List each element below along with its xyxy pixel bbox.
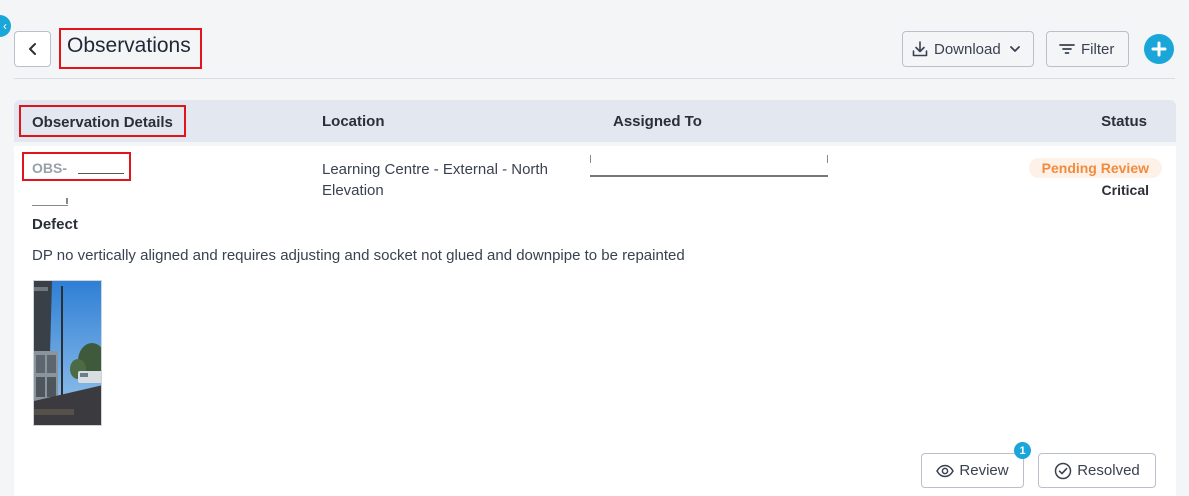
filter-label: Filter [1081, 40, 1115, 58]
corner-collapse-icon[interactable]: ‹ [0, 15, 11, 37]
table-row[interactable]: OBS- Defect DP no vertically aligned and… [14, 146, 1176, 496]
table-header: Observation Details Location Assigned To… [14, 100, 1176, 142]
filter-icon [1059, 44, 1075, 54]
plus-icon [1151, 41, 1167, 57]
assigned-to-redacted [590, 152, 828, 177]
resolved-label: Resolved [1077, 462, 1140, 479]
resolved-button[interactable]: Resolved [1038, 453, 1156, 488]
header-divider [14, 78, 1175, 79]
filter-button[interactable]: Filter [1046, 31, 1129, 67]
photo-thumbnail-image [34, 281, 101, 425]
download-button[interactable]: Download [902, 31, 1034, 67]
download-label: Download [934, 40, 1001, 58]
back-button[interactable] [14, 31, 51, 67]
redacted-id-tick [66, 198, 68, 204]
add-observation-button[interactable] [1144, 34, 1174, 64]
observations-table: Observation Details Location Assigned To… [14, 100, 1176, 496]
observation-id-highlight: OBS- [22, 152, 131, 181]
severity-label: Critical [1101, 182, 1149, 198]
observation-photo[interactable] [33, 280, 102, 426]
page-header: Observations Download Filter [14, 28, 1175, 70]
eye-icon [936, 464, 955, 477]
page-title: Observations [59, 28, 202, 69]
review-count-badge: 1 [1014, 442, 1031, 459]
chevron-down-icon [1009, 46, 1020, 52]
column-header-status: Status [1101, 113, 1147, 130]
column-header-location: Location [322, 113, 385, 130]
check-circle-icon [1054, 462, 1072, 479]
observation-location: Learning Centre - External - North Eleva… [322, 161, 548, 199]
observation-category: Defect [32, 216, 78, 233]
review-button[interactable]: Review [921, 453, 1024, 488]
observation-description: DP no vertically aligned and requires ad… [32, 247, 685, 264]
column-header-assigned-to: Assigned To [613, 113, 702, 130]
redacted-id-fragment [32, 184, 68, 206]
column-header-observation-details: Observation Details [19, 105, 186, 137]
observation-id[interactable]: OBS- [32, 160, 67, 176]
status-badge: Pending Review [1028, 158, 1162, 178]
chevron-left-icon [28, 43, 36, 55]
download-icon [912, 41, 928, 57]
review-label: Review [959, 462, 1009, 479]
redacted-id [78, 173, 124, 174]
